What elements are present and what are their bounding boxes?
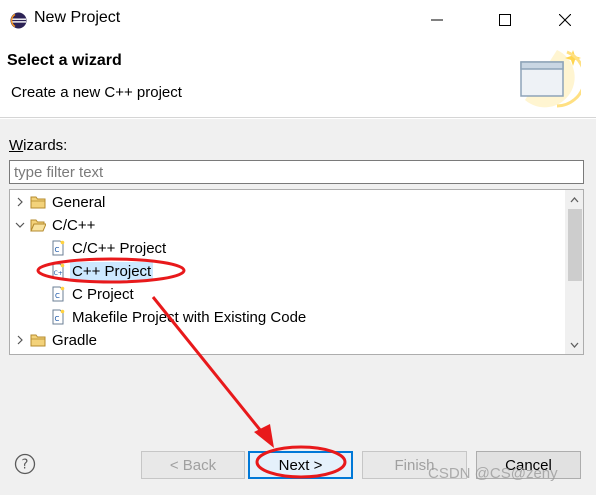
chevron-right-icon[interactable] [14, 191, 26, 213]
c-project-file-icon: C [50, 286, 66, 302]
tree-item-label: C/C++ Project [72, 239, 167, 257]
close-button[interactable] [550, 6, 580, 34]
title-bar: New Project [0, 0, 596, 40]
page-title: Select a wizard [7, 52, 122, 69]
minimize-icon [431, 19, 443, 21]
cpp-project-file-icon: C+ [50, 263, 66, 279]
maximize-icon [499, 14, 511, 26]
tree-item-c-project[interactable]: C C Project [50, 283, 136, 305]
svg-text:C+: C+ [54, 270, 63, 277]
eclipse-icon [10, 12, 27, 29]
tree-item-label: C Project [72, 285, 134, 303]
tree-item-label: Makefile Project with Existing Code [72, 308, 307, 326]
c-project-file-icon: C [50, 240, 66, 256]
svg-text:C: C [55, 246, 60, 254]
tree-item-makefile-project[interactable]: C Makefile Project with Existing Code [50, 306, 308, 328]
chevron-right-icon[interactable] [14, 329, 26, 351]
back-button[interactable]: < Back [141, 451, 245, 479]
filter-input[interactable] [9, 160, 584, 184]
wizards-label-rest: izards: [23, 137, 68, 154]
folder-icon [30, 194, 46, 210]
tree-item-c-cpp-project[interactable]: C C/C++ Project [50, 237, 168, 259]
watermark: CSDN @CS@zeny [428, 465, 558, 482]
tree-item-label: Gradle [52, 331, 98, 349]
tree-item-label: General [52, 193, 106, 211]
maximize-button[interactable] [490, 6, 520, 34]
tree-item-general[interactable]: General [14, 191, 107, 213]
close-icon [559, 14, 571, 26]
wizard-header: Select a wizard Create a new C++ project [0, 40, 596, 118]
minimize-button[interactable] [422, 6, 452, 34]
tree-item-label: C/C++ [52, 216, 96, 234]
tree-item-cpp-project[interactable]: C+ C++ Project [50, 260, 154, 282]
svg-text:C: C [55, 292, 60, 300]
wizards-label-mnemonic: W [9, 137, 24, 154]
new-wizard-banner-icon [520, 50, 581, 108]
wizard-body: Wizards: General C/C++ C [0, 119, 596, 424]
scroll-up-icon[interactable] [566, 191, 583, 208]
button-bar: ? < Back Next > Finish Cancel [0, 424, 596, 495]
chevron-down-icon[interactable] [14, 214, 26, 236]
tree-item-c-cpp[interactable]: C/C++ [14, 214, 97, 236]
scroll-down-icon[interactable] [566, 336, 583, 353]
folder-icon [30, 332, 46, 348]
svg-text:C: C [55, 315, 60, 323]
wizards-tree[interactable]: General C/C++ C C/C++ Project C+ C++ Pro… [9, 189, 584, 355]
help-icon[interactable]: ? [14, 453, 36, 475]
scrollbar-thumb[interactable] [568, 209, 582, 281]
next-button[interactable]: Next > [248, 451, 353, 479]
tree-scrollbar[interactable] [565, 190, 583, 354]
wizards-label: Wizards: [9, 137, 67, 154]
page-description: Create a new C++ project [11, 84, 182, 101]
svg-text:?: ? [22, 458, 29, 473]
window-title: New Project [34, 9, 121, 26]
tree-item-label: C++ Project [70, 261, 154, 281]
tree-item-gradle[interactable]: Gradle [14, 329, 99, 351]
makefile-project-file-icon: C [50, 309, 66, 325]
folder-open-icon [30, 217, 46, 233]
